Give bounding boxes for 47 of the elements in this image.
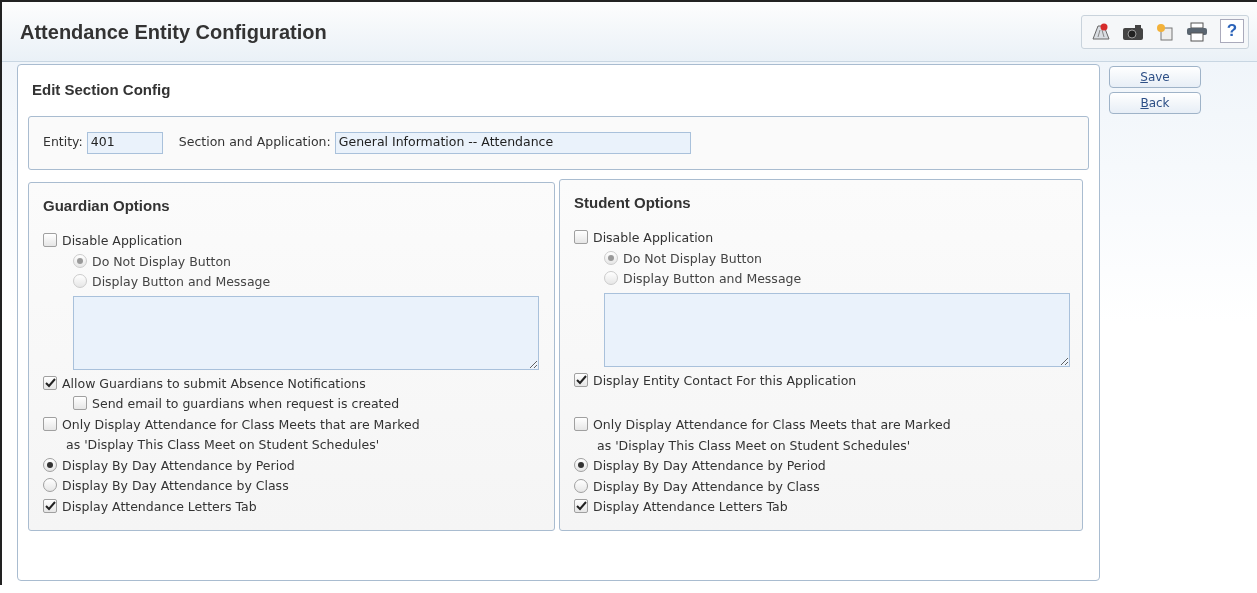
checkbox[interactable] xyxy=(43,233,57,247)
option-label: Display By Day Attendance by Period xyxy=(593,457,826,475)
option-label: Display By Day Attendance by Class xyxy=(593,477,820,496)
map-icon[interactable] xyxy=(1090,21,1112,42)
field-label: Section and Application: xyxy=(178,133,331,152)
option-label: Display Button and Message xyxy=(92,273,271,291)
radio-button[interactable] xyxy=(574,478,588,493)
option-label: Display Attendance Letters Tab xyxy=(62,497,257,516)
checkbox[interactable] xyxy=(574,499,588,513)
note-icon[interactable] xyxy=(1155,21,1175,42)
message-field[interactable] xyxy=(73,295,539,370)
checkbox[interactable] xyxy=(574,372,588,387)
checkbox[interactable] xyxy=(574,230,588,244)
input-field[interactable]: 401 xyxy=(86,131,163,154)
panel-title: Guardian Options xyxy=(43,195,171,216)
printer-icon[interactable] xyxy=(1186,21,1208,42)
option-label: Display Attendance Letters Tab xyxy=(593,498,788,516)
section-title: Edit Section Config xyxy=(32,80,172,100)
option-label: Display Button and Message xyxy=(623,270,802,288)
checkbox[interactable] xyxy=(574,417,588,431)
window-title: Attendance Entity Configuration xyxy=(20,19,327,45)
action-button[interactable]: Back xyxy=(1109,92,1201,114)
camera-icon[interactable] xyxy=(1122,22,1144,41)
radio-button[interactable] xyxy=(43,457,57,472)
checkbox[interactable] xyxy=(43,498,57,513)
option-label: Allow Guardians to submit Absence Notifications xyxy=(62,374,366,393)
checkbox[interactable] xyxy=(43,375,57,390)
checkbox[interactable] xyxy=(73,396,87,410)
option-label: Display By Day Attendance by Period xyxy=(62,456,295,475)
option-label: Disable Application xyxy=(62,232,183,250)
input-field[interactable]: General Information -- Attendance xyxy=(334,131,691,154)
option-label: Only Display Attendance for Class Meets that are Marked as 'Display This Class Meet on Student Schedules' xyxy=(62,415,420,454)
action-button[interactable]: Save xyxy=(1109,66,1201,88)
option-label: Display Entity Contact For this Application xyxy=(593,371,857,390)
option-label: Only Display Attendance for Class Meets that are Marked as 'Display This Class Meet on Student Schedules' xyxy=(593,416,951,455)
radio-button[interactable] xyxy=(574,458,588,472)
panel-title: Student Options xyxy=(574,192,692,213)
option-label: Send email to guardians when request is created xyxy=(92,395,400,413)
option-label: Disable Application xyxy=(593,229,714,247)
option-label: Do Not Display Button xyxy=(623,249,763,268)
radio-button[interactable] xyxy=(43,478,57,492)
checkbox[interactable] xyxy=(43,416,57,431)
message-field[interactable] xyxy=(604,292,1070,367)
field-label: Entity: xyxy=(43,133,83,152)
option-label: Do Not Display Button xyxy=(92,252,232,271)
option-label: Display By Day Attendance by Class xyxy=(62,477,289,495)
help-button[interactable]: ? xyxy=(1220,18,1244,43)
